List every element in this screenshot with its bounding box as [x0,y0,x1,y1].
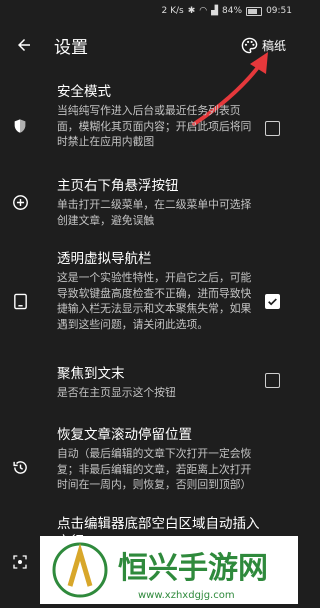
setting-description: 自动（最后编辑的文章下次打开一定会恢复；非最后编辑的文章，若距离上次打开时间在一… [57,447,252,491]
setting-title: 恢复文章滚动停留位置 [57,427,192,443]
bluetooth-icon: ✱ [187,6,196,16]
battery-icon [246,6,263,16]
app-bar: 设置 稿纸 [0,22,298,68]
battery-percent: 84% [222,6,243,16]
setting-title: 透明虚拟导航栏 [57,251,152,267]
clock: 09:51 [266,6,292,16]
palette-icon [241,37,258,53]
safe-mode-checkbox[interactable] [265,121,280,136]
plus-circle-icon [11,193,29,211]
theme-label: 稿纸 [261,38,286,53]
signal-icon: ▟ [211,6,219,16]
setting-description: 单击打开二级菜单，在二级菜单中可选择创建文章，避免误触 [57,198,252,227]
setting-description: 是否在主页显示这个按钮 [57,386,176,399]
setting-focus-end[interactable]: 聚焦到文末 是否在主页显示这个按钮 [0,365,298,409]
setting-title: 安全模式 [57,84,111,100]
tablet-icon [11,292,29,310]
theme-button[interactable]: 稿纸 [241,37,286,54]
transparent-navbar-checkbox[interactable] [265,294,280,309]
setting-transparent-navbar[interactable]: 透明虚拟导航栏 这是一个实验性特性，开启它之后，可能导致软键盘高度检查不正确，进… [0,250,298,360]
check-icon [268,298,277,306]
status-bar: 2 K/s ✱ ◠ ▟ 84% 09:51 [0,0,298,22]
watermark-url: www.xzhxdgjg.com [138,590,235,601]
shield-icon [11,117,29,135]
watermark-logo: 恒兴手游网 www.xzhxdgjg.com [40,536,298,604]
page-title: 设置 [54,37,88,58]
watermark-text: 恒兴手游网 [118,551,268,586]
setting-floating-button[interactable]: 主页右下角悬浮按钮 单击打开二级菜单，在二级菜单中可选择创建文章，避免误触 [0,177,298,235]
setting-title: 主页右下角悬浮按钮 [57,178,179,194]
setting-description: 这是一个实验性特性，开启它之后，可能导致软键盘高度检查不正确，进而导致快捷输入栏… [57,271,252,331]
network-speed: 2 K/s [161,6,184,16]
scan-icon [11,553,29,571]
back-button[interactable] [8,29,40,61]
history-icon [11,458,29,476]
arrow-left-icon [18,39,30,51]
setting-restore-scroll[interactable]: 恢复文章滚动停留位置 自动（最后编辑的文章下次打开一定会恢复；非最后编辑的文章，… [0,426,298,510]
setting-description: 当纯纯写作进入后台或最近任务列表页面，模糊化其页面内容；开启此项后将同时禁止在应… [57,104,252,148]
wifi-icon: ◠ [199,6,208,16]
setting-title: 聚焦到文末 [57,366,125,382]
setting-safe-mode[interactable]: 安全模式 当纯纯写作进入后台或最近任务列表页面，模糊化其页面内容；开启此项后将同… [0,83,298,163]
focus-end-checkbox[interactable] [265,373,280,388]
